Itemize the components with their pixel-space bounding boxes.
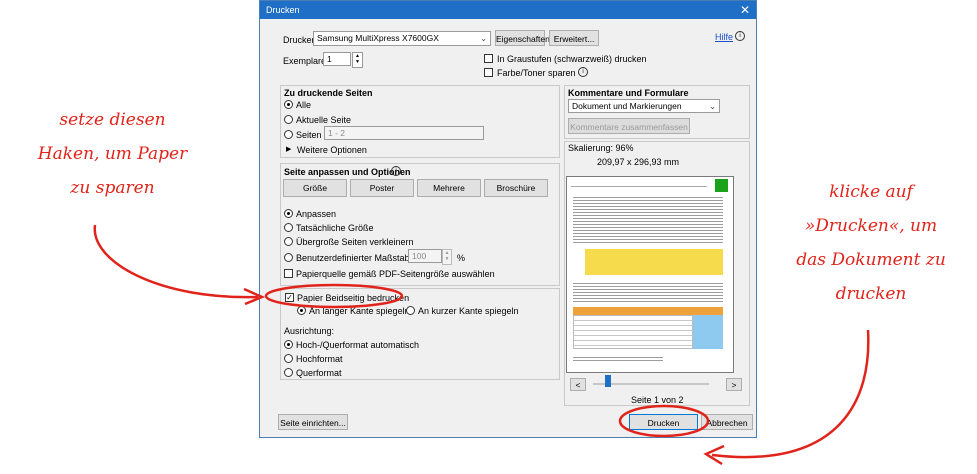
right-arrow-curve	[711, 329, 870, 459]
annotation-left: setze diesen Haken, um Paper zu sparen	[0, 103, 225, 205]
annotation-right: klicke auf »Drucken«, um das Dokument zu…	[765, 175, 977, 311]
annotation-right-line-3: das Dokument zu	[796, 250, 946, 270]
annotation-right-line-4: drucken	[835, 284, 907, 304]
duplex-highlight-ellipse	[264, 283, 404, 309]
annotation-left-line-3: zu sparen	[70, 178, 155, 198]
annotation-left-line-2: Haken, um Paper	[37, 144, 188, 164]
annotation-right-line-2: »Drucken«, um	[804, 216, 938, 236]
left-arrow-curve	[93, 224, 259, 299]
annotation-left-line-1: setze diesen	[59, 110, 166, 130]
print-highlight-ellipse	[618, 404, 710, 438]
annotation-right-line-1: klicke auf	[829, 182, 913, 202]
